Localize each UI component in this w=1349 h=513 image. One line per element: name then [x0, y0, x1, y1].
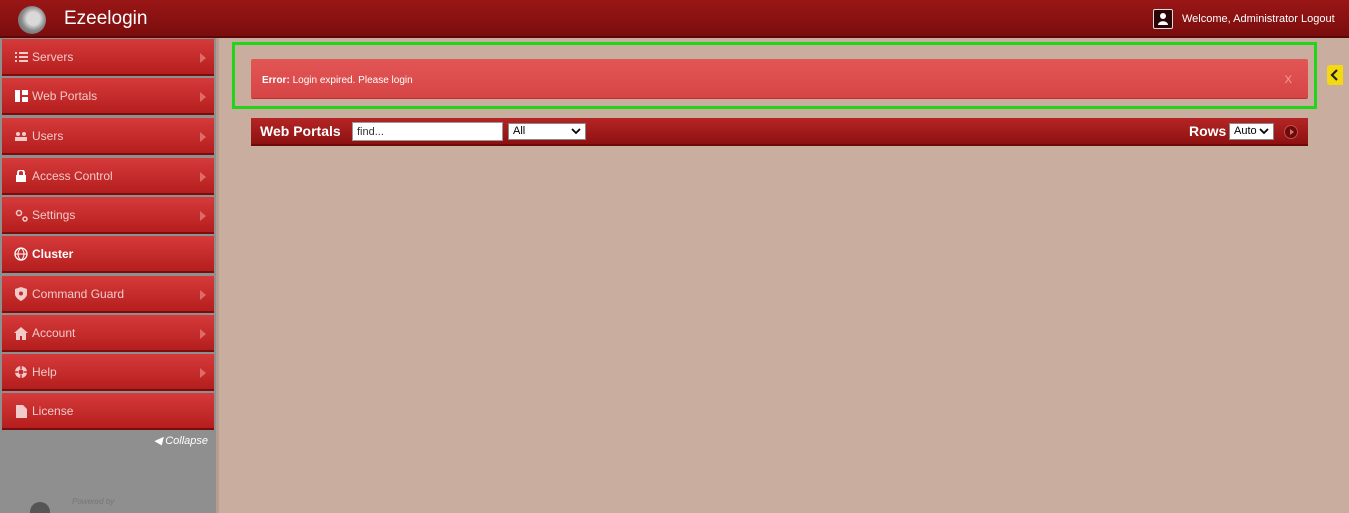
app-title: Ezeelogin [64, 8, 148, 29]
chevron-right-icon [200, 132, 206, 142]
sidebar-item-label: Access Control [32, 168, 113, 183]
list-icon [14, 50, 28, 64]
lifebuoy-icon [14, 365, 28, 379]
chevron-right-icon [200, 53, 206, 63]
top-bar: Ezeelogin Welcome, Administrator Logout [0, 0, 1349, 38]
lock-icon [14, 169, 28, 183]
alert-message: Login expired. Please login [289, 75, 413, 86]
user-icon[interactable] [1153, 9, 1173, 29]
chevron-right-icon [200, 92, 206, 102]
chevron-right-icon [200, 368, 206, 378]
page-title: Web Portals [260, 123, 341, 139]
sidebar-item-label: Users [32, 128, 64, 143]
sidebar-item-help[interactable]: Help [2, 354, 214, 391]
sidebar-item-servers[interactable]: Servers [2, 39, 214, 76]
logout-link[interactable]: Logout [1301, 13, 1335, 25]
sidebar-item-settings[interactable]: Settings [2, 197, 214, 234]
sidebar-item-account[interactable]: Account [2, 315, 214, 352]
welcome-text: Welcome, Administrator [1182, 13, 1298, 25]
filter-select[interactable]: All [508, 123, 586, 140]
chevron-right-icon [200, 290, 206, 300]
chevron-left-icon [1330, 69, 1338, 81]
filter-select-value: All [513, 125, 526, 137]
panel-toggle-button[interactable] [1327, 65, 1343, 85]
gears-icon [14, 208, 28, 222]
sidebar-item-license[interactable]: License [2, 393, 214, 430]
welcome-area: Welcome, Administrator Logout [1182, 13, 1335, 25]
sidebar-item-label: License [32, 403, 74, 418]
sidebar-item-access-control[interactable]: Access Control [2, 158, 214, 195]
grid-icon [14, 89, 28, 103]
powered-by: Powered by [30, 496, 130, 513]
rows-select[interactable]: Auto [1229, 123, 1274, 140]
sidebar-item-label: Command Guard [32, 286, 125, 301]
rows-select-value: Auto [1234, 125, 1257, 137]
ezeelogin-logo-icon [18, 6, 46, 34]
sidebar-item-label: Account [32, 325, 76, 340]
sidebar-item-label: Help [32, 364, 57, 379]
globe-icon [14, 247, 28, 261]
document-icon [14, 404, 28, 418]
web-portals-toolbar: Web Portals All Rows Auto [251, 118, 1308, 146]
sidebar-item-label: Cluster [32, 246, 74, 261]
next-page-button[interactable] [1284, 125, 1298, 139]
sidebar-item-cluster[interactable]: Cluster [2, 236, 214, 273]
rows-label: Rows [1189, 123, 1227, 139]
sidebar: Servers Web Portals Users Access Control… [0, 38, 216, 513]
sidebar-item-web-portals[interactable]: Web Portals [2, 78, 214, 115]
ezeelogin-footer-logo-icon [30, 502, 50, 513]
sidebar-divider [216, 38, 219, 513]
chevron-right-icon [200, 211, 206, 221]
sidebar-item-users[interactable]: Users [2, 118, 214, 155]
search-input[interactable] [352, 122, 503, 141]
sidebar-item-label: Servers [32, 49, 74, 64]
sidebar-item-label: Settings [32, 207, 76, 222]
users-icon [14, 129, 28, 143]
error-alert: Error: Login expired. Please login X [251, 59, 1308, 99]
sidebar-item-label: Web Portals [32, 88, 98, 103]
chevron-right-icon [200, 329, 206, 339]
chevron-right-icon [200, 172, 206, 182]
collapse-button[interactable]: ◀ Collapse [0, 434, 214, 447]
close-icon[interactable]: X [1285, 74, 1292, 86]
chevron-down-icon [1259, 128, 1269, 135]
shield-icon [14, 287, 28, 301]
alert-prefix: Error: [262, 75, 290, 86]
powered-by-text: Powered by [72, 497, 115, 506]
home-icon [14, 326, 28, 340]
chevron-down-icon [571, 128, 581, 135]
sidebar-item-command-guard[interactable]: Command Guard [2, 276, 214, 313]
